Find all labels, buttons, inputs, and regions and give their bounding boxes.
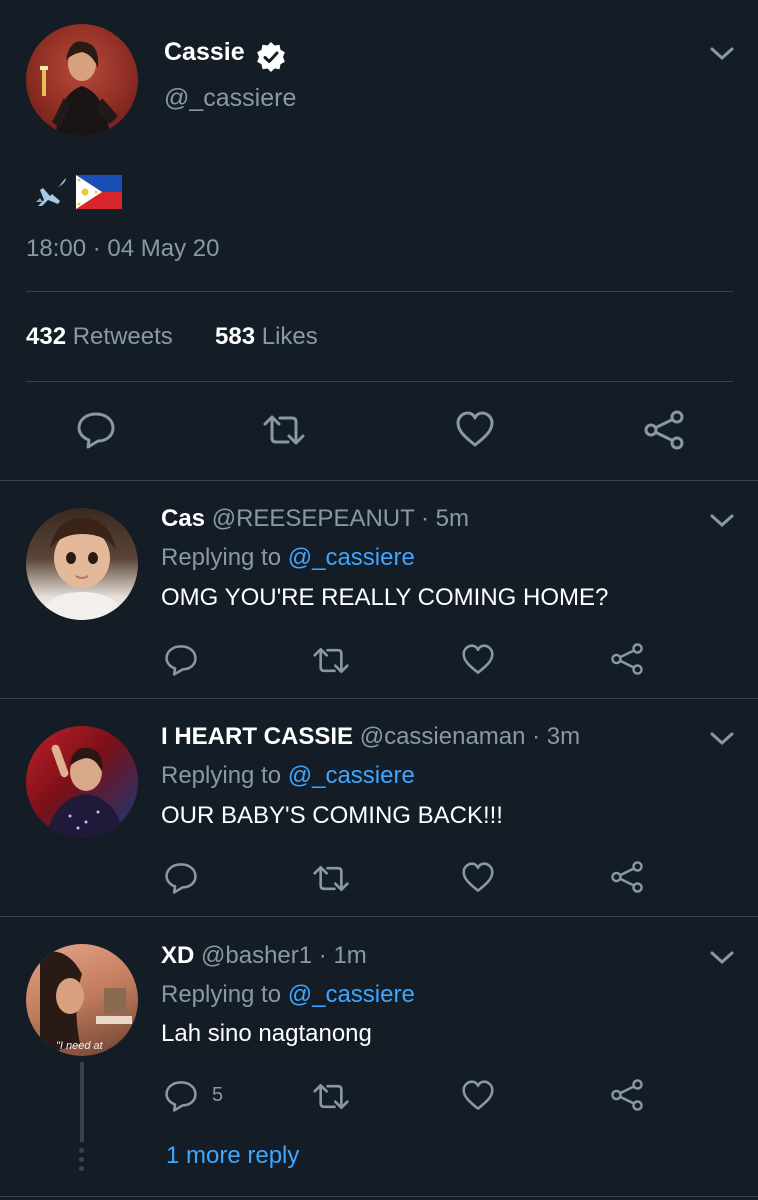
likes-count: 583 [215,323,256,350]
replying-to-line: Replying to @_cassiere [161,762,415,790]
retweets-count: 432 [26,323,67,350]
retweet-icon[interactable] [311,1081,351,1112]
share-icon[interactable] [643,409,685,451]
reply-handle-time[interactable]: @cassienaman · 3m [360,723,580,750]
retweet-icon[interactable] [311,863,351,894]
like-icon[interactable] [461,644,495,676]
reply-icon[interactable] [164,1079,198,1113]
main-tweet-handle[interactable]: @_cassiere [164,84,296,113]
avatar-caption: "I need at [56,1040,103,1052]
reply-avatar[interactable] [26,726,138,838]
reply-header: I HEART CASSIE @cassienaman · 3m [161,723,580,751]
reply-count: 5 [212,1084,224,1106]
replying-to-link[interactable]: @_cassiere [288,762,415,789]
retweets-label: Retweets [72,323,173,350]
verified-badge-icon [256,42,286,72]
replying-to-link[interactable]: @_cassiere [288,981,415,1008]
reply-display-name[interactable]: XD [161,942,194,969]
reply-icon[interactable] [76,410,116,450]
reply-icon[interactable] [164,861,198,895]
retweet-icon[interactable] [311,645,351,676]
reply-header: Cas @REESEPEANUT · 5m [161,505,469,533]
main-tweet-chevron-down-icon[interactable] [709,46,735,62]
reply-handle-time[interactable]: @REESEPEANUT · 5m [212,505,469,532]
reply-chevron-down-icon[interactable] [709,950,735,966]
reply-chevron-down-icon[interactable] [709,731,735,747]
divider [26,381,733,382]
replying-to-link[interactable]: @_cassiere [288,544,415,571]
divider [0,480,758,481]
reply-handle-time[interactable]: @basher1 · 1m [201,942,367,969]
share-icon[interactable] [610,860,644,894]
reply-display-name[interactable]: I HEART CASSIE [161,723,353,750]
more-replies-link[interactable]: 1 more reply [166,1142,299,1170]
reply-header: XD @basher1 · 1m [161,942,367,970]
reply-chevron-down-icon[interactable] [709,513,735,529]
like-icon[interactable] [455,411,495,449]
replying-prefix: Replying to [161,762,282,789]
reply-avatar[interactable] [26,508,138,620]
divider [0,1196,758,1197]
share-icon[interactable] [610,642,644,676]
retweet-icon[interactable] [261,412,307,448]
divider [0,698,758,699]
reply-text: Lah sino nagtanong [161,1020,372,1047]
divider [0,916,758,917]
likes-stat[interactable]: 583 Likes [215,323,318,351]
avatar-portrait-icon [40,41,118,136]
airplane-icon [30,172,70,212]
thread-dots [79,1148,84,1171]
likes-label: Likes [261,323,318,350]
replying-prefix: Replying to [161,981,282,1008]
replying-to-line: Replying to @_cassiere [161,981,415,1009]
replying-to-line: Replying to @_cassiere [161,544,415,572]
main-tweet-display-name[interactable]: Cassie [164,38,245,67]
like-icon[interactable] [461,1080,495,1112]
thread-line [80,1062,84,1142]
share-icon[interactable] [610,1078,644,1112]
replying-prefix: Replying to [161,544,282,571]
avatar-portrait-icon [46,744,124,838]
philippines-flag-icon [76,175,122,209]
reply-text: OMG YOU'RE REALLY COMING HOME? [161,584,609,611]
retweets-stat[interactable]: 432 Retweets [26,323,173,351]
reply-avatar[interactable]: "I need at [26,944,138,1056]
reply-text: OUR BABY'S COMING BACK!!! [161,802,503,829]
reply-display-name[interactable]: Cas [161,505,205,532]
like-icon[interactable] [461,862,495,894]
main-tweet-avatar[interactable] [26,24,138,136]
divider [26,291,733,292]
reply-icon[interactable] [164,643,198,677]
avatar-portrait-icon [36,518,128,620]
main-tweet-timestamp: 18:00 · 04 May 20 [26,235,220,262]
